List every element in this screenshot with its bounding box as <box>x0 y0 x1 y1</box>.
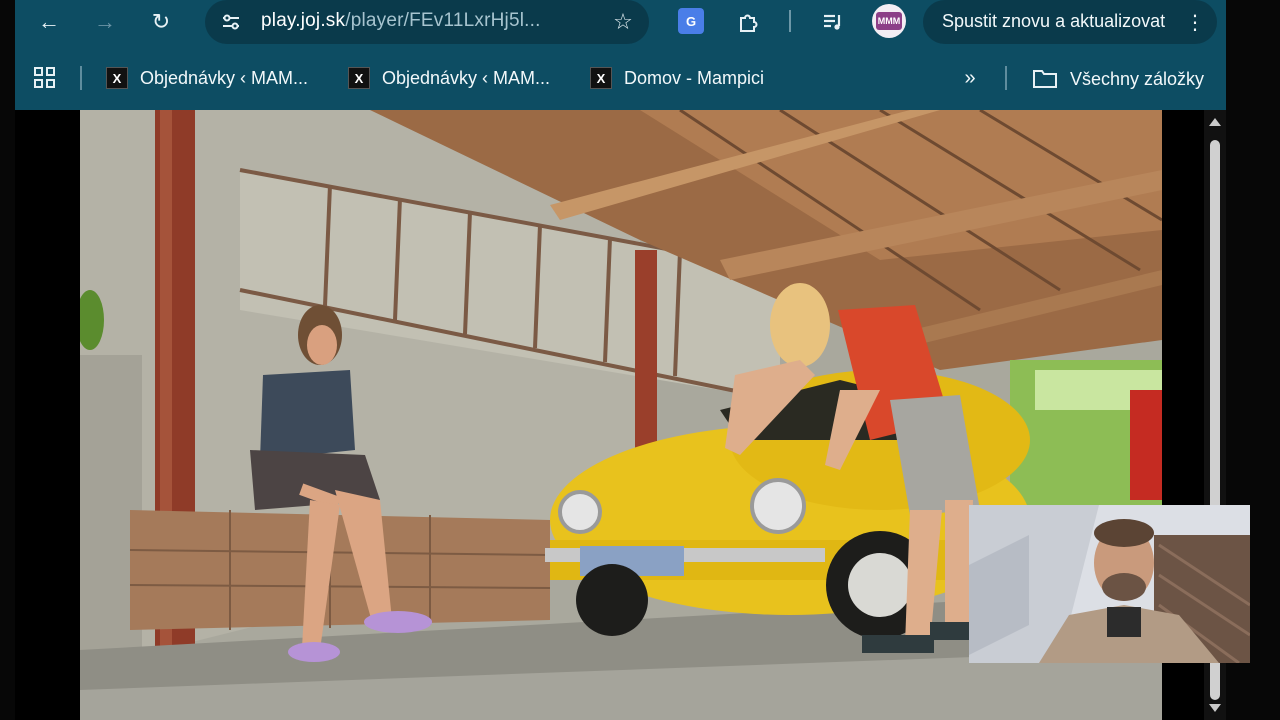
google-translate-icon[interactable]: G <box>678 8 704 34</box>
forward-button[interactable]: → <box>89 6 121 38</box>
media-control-button[interactable] <box>817 6 849 38</box>
update-restart-label: Spustit znovu a aktualizovat <box>942 11 1166 31</box>
favicon-icon: X <box>590 67 612 89</box>
scroll-up-arrow-icon[interactable] <box>1209 118 1221 126</box>
site-settings-icon[interactable] <box>217 8 245 36</box>
all-bookmarks-label[interactable]: Všechny záložky <box>1070 69 1204 90</box>
bookmark-label: Domov - Mampici <box>624 67 765 88</box>
scroll-down-arrow-icon[interactable] <box>1209 704 1221 712</box>
reload-button[interactable]: ↻ <box>145 6 177 38</box>
queue-music-icon <box>824 14 841 30</box>
webcam-frame <box>969 505 1250 663</box>
left-dark-margin <box>0 0 15 720</box>
apps-grid-icon[interactable] <box>33 66 57 90</box>
bookmark-item[interactable]: X Domov - Mampici <box>590 62 764 94</box>
favicon-icon: X <box>348 67 370 89</box>
reload-icon: ↻ <box>151 9 171 34</box>
arrow-left-icon: ← <box>38 9 60 34</box>
bookmark-label: Objednávky ‹ MAM... <box>382 67 551 88</box>
star-icon: ☆ <box>613 9 633 34</box>
url-text[interactable]: play.joj.sk/player/FEv11LxrHj5l... <box>261 10 541 32</box>
arrow-right-icon: → <box>94 9 116 34</box>
bookmarks-bar: X Objednávky ‹ MAM... X Objednávky ‹ MAM… <box>15 56 1226 100</box>
url-host: play.joj.sk <box>261 10 346 31</box>
bookmark-star-button[interactable]: ☆ <box>609 8 637 36</box>
folder-icon[interactable] <box>1031 64 1059 92</box>
bookmarks-divider <box>1005 66 1007 90</box>
browser-chrome: ← → ↻ play.joj.sk/player/FEv11LxrHj5l...… <box>15 0 1226 110</box>
kebab-menu-icon[interactable]: ⋮ <box>1185 8 1205 36</box>
browser-toolbar: ← → ↻ play.joj.sk/player/FEv11LxrHj5l...… <box>15 0 1226 44</box>
bookmark-label: Objednávky ‹ MAM... <box>140 67 309 88</box>
back-button[interactable]: ← <box>33 6 65 38</box>
address-bar[interactable]: play.joj.sk/player/FEv11LxrHj5l... ☆ <box>205 0 649 44</box>
puzzle-icon <box>740 14 758 32</box>
bookmarks-divider <box>80 66 82 90</box>
bookmark-item[interactable]: X Objednávky ‹ MAM... <box>348 62 550 94</box>
webcam-overlay <box>969 505 1250 663</box>
profile-badge: MMM <box>876 12 902 30</box>
profile-avatar[interactable]: MMM <box>872 4 906 38</box>
bookmarks-overflow-button[interactable]: » <box>955 64 985 92</box>
url-path: /player/FEv11LxrHj5l... <box>345 10 541 31</box>
toolbar-divider <box>789 10 791 32</box>
update-restart-button[interactable]: Spustit znovu a aktualizovat ⋮ <box>923 0 1217 44</box>
bookmark-item[interactable]: X Objednávky ‹ MAM... <box>106 62 308 94</box>
extensions-button[interactable] <box>733 6 765 38</box>
favicon-icon: X <box>106 67 128 89</box>
